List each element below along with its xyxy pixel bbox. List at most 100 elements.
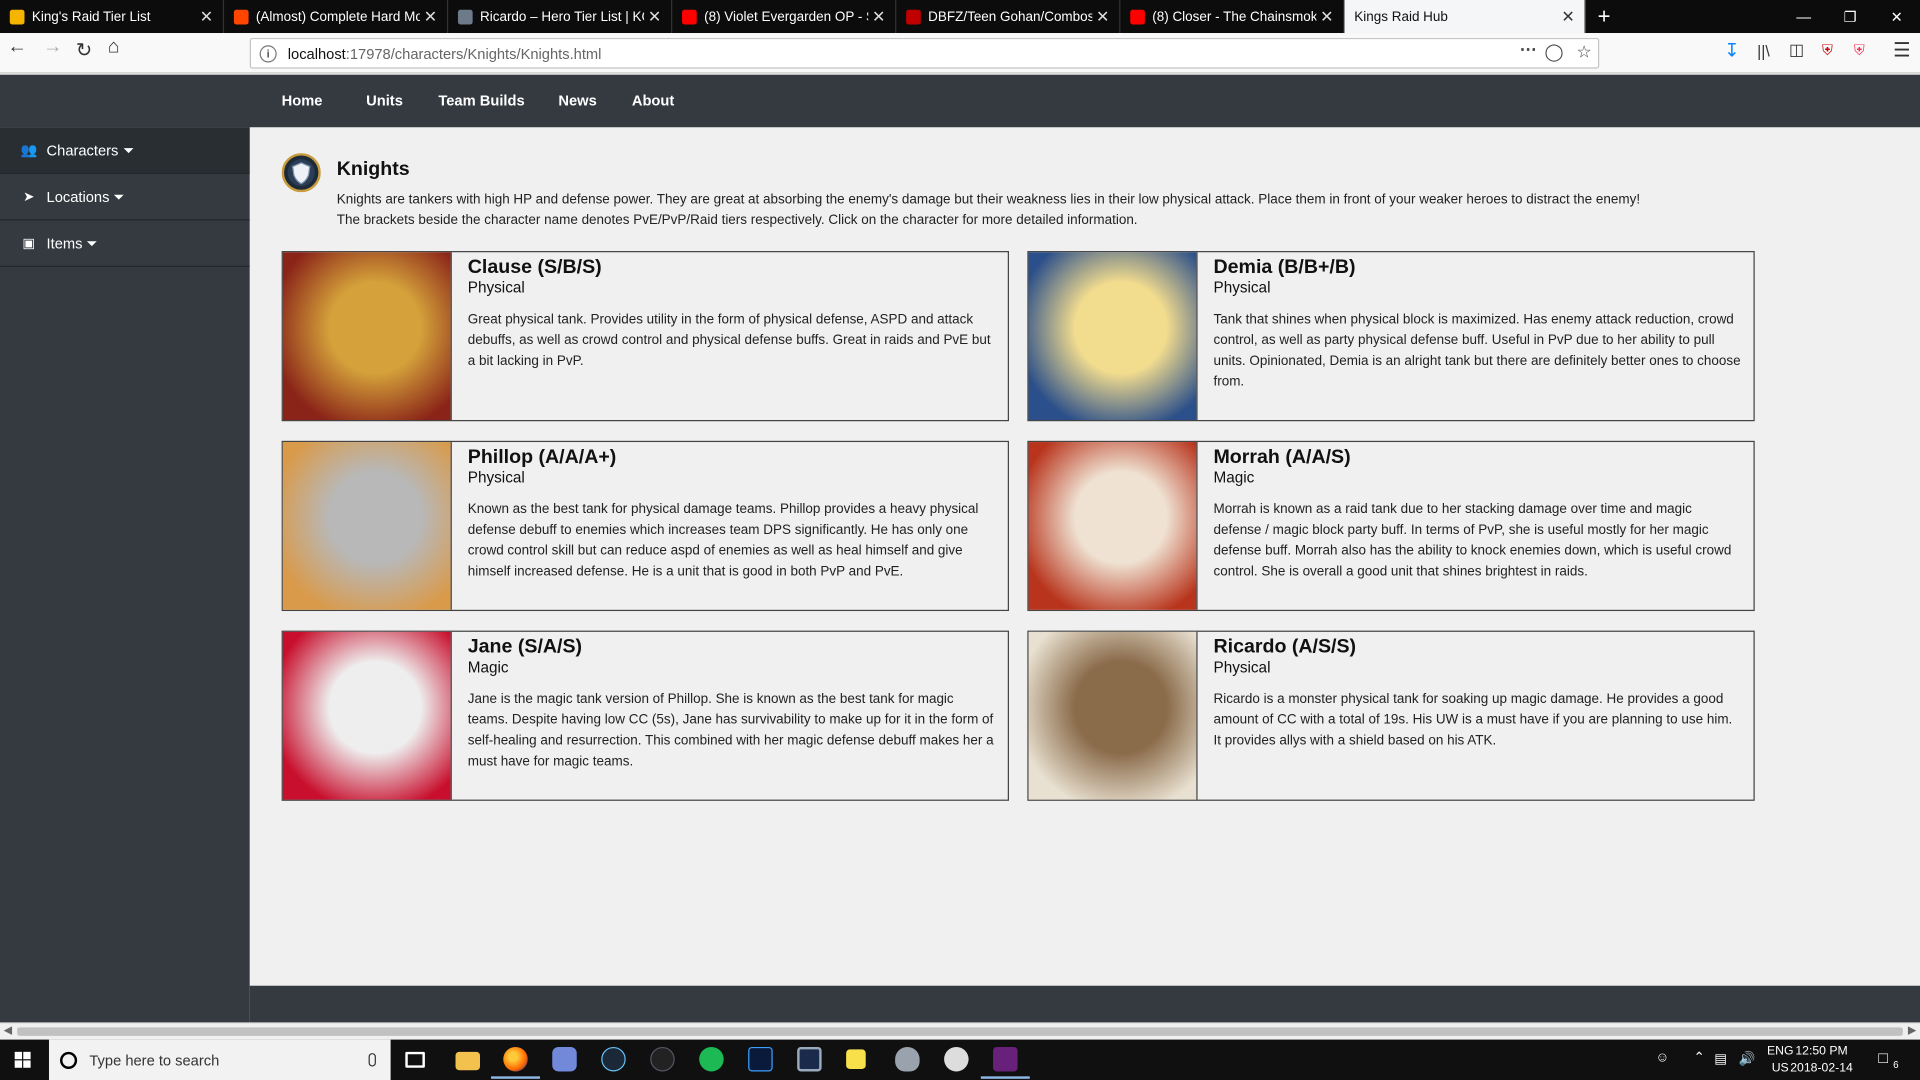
close-tab-icon[interactable]: ✕ bbox=[648, 7, 661, 27]
reload-icon[interactable]: ↻ bbox=[76, 38, 92, 62]
browser-tab[interactable]: Kings Raid Hub ✕ bbox=[1344, 0, 1586, 34]
close-tab-icon[interactable]: ✕ bbox=[1096, 7, 1109, 27]
minimize-button[interactable]: — bbox=[1780, 0, 1827, 33]
shield-icon bbox=[281, 153, 321, 193]
browser-tab[interactable]: DBFZ/Teen Gohan/Combos - Du✕ bbox=[896, 0, 1121, 34]
people-icon[interactable]: ☺ bbox=[1656, 1051, 1670, 1066]
character-name[interactable]: Phillop (A/A/A+) bbox=[468, 447, 617, 469]
search-placeholder: Type here to search bbox=[89, 1051, 220, 1069]
media-app-icon[interactable] bbox=[797, 1046, 822, 1072]
character-portrait[interactable] bbox=[1028, 252, 1198, 421]
sidebar-item-locations[interactable]: ➤ Locations bbox=[0, 174, 250, 221]
windows-start-icon[interactable] bbox=[14, 1051, 31, 1068]
ublock-icon[interactable]: ⛨ bbox=[1822, 42, 1833, 60]
character-name[interactable]: Ricardo (A/S/S) bbox=[1213, 637, 1356, 659]
character-portrait[interactable] bbox=[1028, 631, 1198, 800]
steam-icon[interactable] bbox=[601, 1046, 626, 1072]
sidebar-item-items[interactable]: ▣ Items bbox=[0, 220, 250, 267]
character-card[interactable]: Jane (S/A/S) Magic Jane is the magic tank … bbox=[281, 630, 1009, 801]
app-icon[interactable] bbox=[650, 1046, 675, 1072]
task-view-icon[interactable] bbox=[405, 1051, 425, 1068]
bookmark-star-icon[interactable]: ☆ bbox=[1576, 42, 1591, 63]
new-tab-button[interactable]: + bbox=[1586, 0, 1623, 33]
close-tab-icon[interactable]: ✕ bbox=[200, 7, 213, 27]
character-name[interactable]: Jane (S/A/S) bbox=[468, 637, 582, 659]
character-card[interactable]: Phillop (A/A/A+) Physical Known as the bes… bbox=[281, 440, 1009, 612]
close-tab-icon[interactable]: ✕ bbox=[1561, 7, 1574, 27]
character-portrait[interactable] bbox=[1028, 442, 1198, 610]
page-title: Knights bbox=[336, 159, 410, 181]
firefox-icon[interactable] bbox=[491, 1046, 541, 1079]
sidebar-toggle-icon[interactable]: ◫ bbox=[1789, 40, 1804, 60]
character-card[interactable]: Clause (S/B/S) Physical Great physical tan… bbox=[281, 251, 1009, 422]
character-name[interactable]: Demia (B/B+/B) bbox=[1213, 257, 1355, 279]
character-portrait[interactable] bbox=[282, 252, 452, 421]
horizontal-scrollbar[interactable]: ◀ ▶ bbox=[0, 1022, 1920, 1040]
nav-team-builds[interactable]: Team Builds bbox=[438, 92, 524, 109]
browser-tab[interactable]: (8) Closer - The Chainsmokers✕ bbox=[1120, 0, 1345, 34]
tray-expand-icon[interactable]: ⌃ bbox=[1693, 1049, 1704, 1066]
character-portrait[interactable] bbox=[282, 442, 452, 610]
app-icon-2[interactable] bbox=[944, 1046, 969, 1072]
taskbar-clock[interactable]: 12:50 PM 2018-02-14 bbox=[1790, 1043, 1853, 1077]
sidebar-item-characters[interactable]: 👥 Characters bbox=[0, 127, 250, 174]
visual-studio-icon[interactable] bbox=[980, 1046, 1030, 1079]
notifications-icon[interactable]: □ bbox=[1878, 1048, 1888, 1066]
forward-icon[interactable]: → bbox=[43, 37, 63, 59]
downloads-icon[interactable]: ↧ bbox=[1724, 39, 1739, 61]
tab-title: (8) Closer - The Chainsmokers bbox=[1152, 9, 1317, 24]
browser-tab[interactable]: Ricardo – Hero Tier List | KGamer ✕ bbox=[448, 0, 673, 34]
taskbar-search-box[interactable]: Type here to search bbox=[48, 1039, 391, 1080]
menu-icon[interactable]: ☰ bbox=[1893, 38, 1911, 62]
nav-units[interactable]: Units bbox=[366, 92, 403, 109]
character-card[interactable]: Demia (B/B+/B) Physical Tank that shines w… bbox=[1027, 251, 1755, 422]
pocket-icon[interactable]: ◯ bbox=[1544, 42, 1563, 63]
browser-tab[interactable]: (Almost) Complete Hard Mode ✕ bbox=[224, 0, 449, 34]
browser-tab[interactable]: King's Raid Tier List ✕ bbox=[0, 0, 225, 34]
close-tab-icon[interactable]: ✕ bbox=[424, 7, 437, 27]
url-bar[interactable]: i localhost:17978/characters/Knights/Kni… bbox=[249, 37, 1600, 69]
library-icon[interactable]: ||\ bbox=[1757, 42, 1770, 60]
wiki-icon bbox=[906, 9, 921, 24]
volume-icon[interactable]: 🔊 bbox=[1739, 1051, 1756, 1067]
character-name[interactable]: Morrah (A/A/S) bbox=[1213, 447, 1350, 469]
character-name[interactable]: Clause (S/B/S) bbox=[468, 257, 602, 279]
scroll-left-icon[interactable]: ◀ bbox=[4, 1024, 12, 1037]
home-icon[interactable]: ⌂ bbox=[108, 37, 120, 59]
app-shield-icon[interactable] bbox=[895, 1046, 920, 1072]
sticky-notes-icon[interactable] bbox=[846, 1049, 866, 1069]
site-info-icon[interactable]: i bbox=[259, 44, 277, 62]
nav-about[interactable]: About bbox=[632, 92, 674, 109]
microphone-icon[interactable] bbox=[368, 1053, 376, 1067]
character-description: Ricardo is a monster physical tank for s… bbox=[1213, 691, 1733, 749]
cortana-icon bbox=[60, 1051, 78, 1069]
spotify-icon[interactable] bbox=[699, 1046, 724, 1072]
scrollbar-thumb[interactable] bbox=[17, 1027, 1903, 1036]
close-window-button[interactable]: ✕ bbox=[1873, 0, 1920, 33]
restore-button[interactable]: ❐ bbox=[1827, 0, 1874, 33]
users-icon: 👥 bbox=[20, 143, 38, 158]
back-icon[interactable]: ← bbox=[7, 37, 27, 59]
caret-down-icon bbox=[123, 147, 134, 153]
scroll-right-icon[interactable]: ▶ bbox=[1908, 1024, 1916, 1037]
close-tab-icon[interactable]: ✕ bbox=[872, 7, 885, 27]
character-portrait[interactable] bbox=[282, 631, 452, 800]
page-actions-icon[interactable]: ⋯ bbox=[1520, 39, 1537, 60]
kgamer-icon bbox=[457, 9, 473, 24]
nav-news[interactable]: News bbox=[558, 92, 596, 109]
character-card[interactable]: Ricardo (A/S/S) Physical Ricardo is a mons… bbox=[1027, 630, 1755, 801]
close-tab-icon[interactable]: ✕ bbox=[1320, 7, 1333, 27]
battlenet-icon[interactable] bbox=[748, 1046, 773, 1072]
character-card[interactable]: Morrah (A/A/S) Magic Morrah is known as a … bbox=[1027, 440, 1755, 612]
sidebar-item-label: Items bbox=[46, 234, 83, 252]
nav-home[interactable]: Home bbox=[282, 92, 323, 109]
extension-icon[interactable]: ⛨ bbox=[1854, 42, 1865, 60]
file-explorer-icon[interactable] bbox=[455, 1051, 481, 1071]
browser-tab[interactable]: (8) Violet Evergarden OP - Since ✕ bbox=[672, 0, 897, 34]
discord-icon[interactable] bbox=[552, 1046, 577, 1072]
sidebar-item-label: Locations bbox=[46, 187, 110, 206]
browser-tab-strip: King's Raid Tier List ✕ (Almost) Complete … bbox=[0, 0, 1920, 34]
youtube-icon bbox=[682, 9, 697, 24]
network-icon[interactable]: ▤ bbox=[1714, 1051, 1727, 1067]
character-description: Tank that shines when physical block is … bbox=[1213, 312, 1741, 390]
